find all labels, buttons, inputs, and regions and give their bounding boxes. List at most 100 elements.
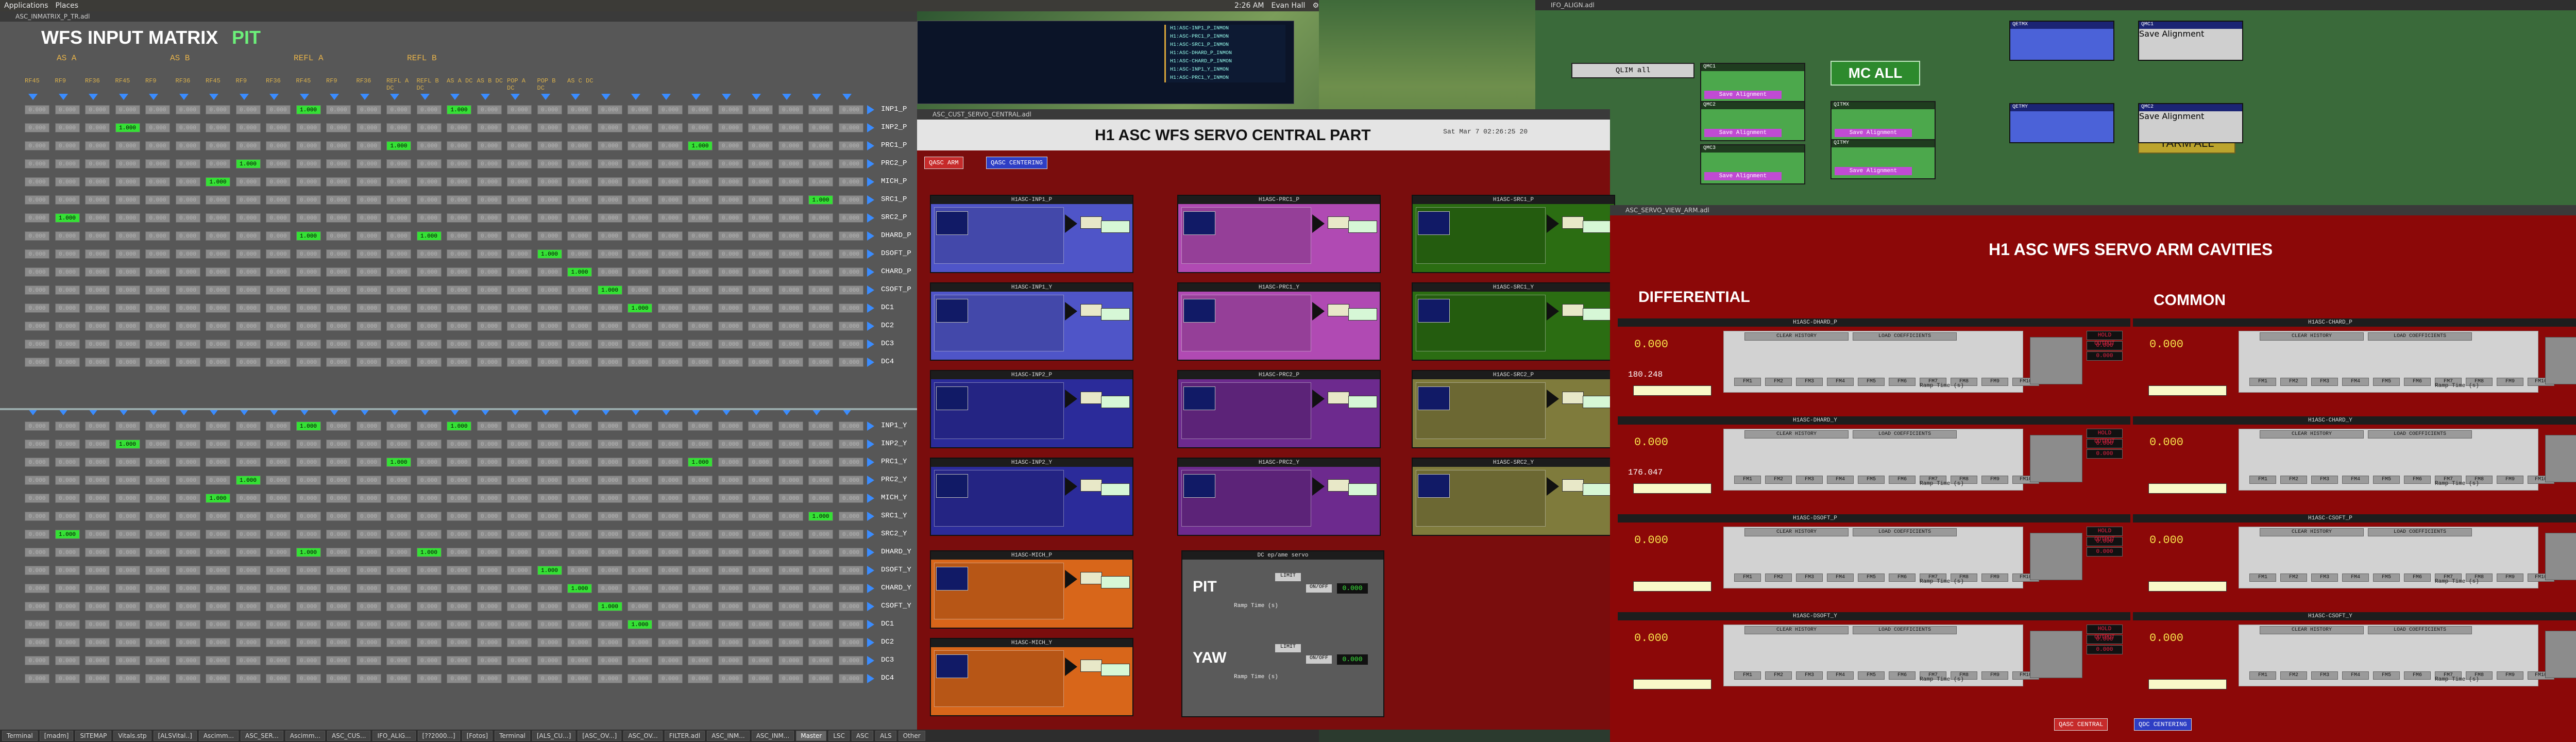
alignment-box[interactable]: QMC2 Save Alignment bbox=[2138, 103, 2243, 143]
matrix-cell[interactable]: 0.000 bbox=[326, 358, 351, 367]
matrix-cell[interactable]: 0.000 bbox=[567, 177, 592, 187]
matrix-cell[interactable]: 0.000 bbox=[567, 602, 592, 611]
matrix-cell[interactable]: 1.000 bbox=[235, 476, 261, 485]
matrix-cell[interactable]: 0.000 bbox=[206, 602, 230, 611]
matrix-cell[interactable]: 0.000 bbox=[597, 249, 622, 259]
matrix-cell[interactable]: 0.000 bbox=[55, 602, 80, 611]
matrix-cell[interactable]: 0.000 bbox=[115, 159, 140, 168]
matrix-cell[interactable]: 0.000 bbox=[115, 195, 140, 205]
matrix-cell[interactable]: 0.000 bbox=[718, 566, 743, 575]
matrix-cell[interactable]: 0.000 bbox=[748, 285, 773, 295]
matrix-cell[interactable]: 0.000 bbox=[628, 494, 652, 503]
mc-all-button[interactable]: MC ALL bbox=[1831, 61, 1920, 86]
matrix-cell[interactable]: 0.000 bbox=[55, 440, 80, 449]
taskbar-item[interactable]: Master bbox=[796, 731, 827, 741]
matrix-cell[interactable]: 0.000 bbox=[657, 358, 683, 367]
matrix-cell[interactable]: 0.000 bbox=[718, 620, 743, 629]
matrix-cell[interactable]: 0.000 bbox=[778, 440, 803, 449]
clear-history-button[interactable]: CLEAR HISTORY bbox=[2260, 430, 2364, 439]
matrix-cell[interactable]: 0.000 bbox=[206, 231, 230, 241]
matrix-cell[interactable]: 0.000 bbox=[688, 267, 713, 277]
matrix-cell[interactable]: 0.000 bbox=[85, 285, 110, 295]
matrix-cell[interactable]: 0.000 bbox=[145, 674, 170, 683]
filter-module-button[interactable]: FM4 bbox=[2342, 574, 2369, 582]
output-switches[interactable] bbox=[2545, 435, 2576, 482]
matrix-cell[interactable]: 0.000 bbox=[597, 584, 622, 593]
matrix-cell[interactable]: 0.000 bbox=[266, 123, 291, 132]
matrix-cell[interactable]: 0.000 bbox=[25, 159, 49, 168]
gain-field[interactable] bbox=[1328, 479, 1349, 492]
matrix-cell[interactable]: 0.000 bbox=[447, 602, 471, 611]
matrix-cell[interactable]: 0.000 bbox=[85, 267, 110, 277]
matrix-cell[interactable]: 0.000 bbox=[266, 602, 291, 611]
clear-history-button[interactable]: CLEAR HISTORY bbox=[2260, 528, 2364, 536]
matrix-cell[interactable]: 0.000 bbox=[326, 602, 351, 611]
matrix-cell[interactable]: 1.000 bbox=[206, 494, 230, 503]
matrix-cell[interactable]: 0.000 bbox=[175, 141, 200, 150]
matrix-cell[interactable]: 0.000 bbox=[748, 440, 773, 449]
matrix-cell[interactable]: 0.000 bbox=[25, 494, 49, 503]
matrix-cell[interactable]: 0.000 bbox=[507, 159, 532, 168]
matrix-cell[interactable]: 0.000 bbox=[718, 340, 743, 349]
matrix-cell[interactable]: 0.000 bbox=[507, 177, 532, 187]
servo-panel[interactable]: H1ASC-PRC2_Y bbox=[1177, 458, 1381, 536]
matrix-cell[interactable]: 0.000 bbox=[386, 213, 411, 223]
matrix-cell[interactable]: 0.000 bbox=[597, 530, 622, 539]
filter-module-button[interactable]: FM2 bbox=[2280, 671, 2307, 680]
matrix-cell[interactable]: 0.000 bbox=[175, 620, 200, 629]
matrix-cell[interactable]: 0.000 bbox=[567, 548, 592, 557]
matrix-cell[interactable]: 0.000 bbox=[507, 303, 532, 313]
filter-module-button[interactable]: FM2 bbox=[1765, 378, 1792, 386]
matrix-cell[interactable]: 0.000 bbox=[175, 105, 200, 114]
matrix-cell[interactable]: 0.000 bbox=[567, 620, 592, 629]
matrix-cell[interactable]: 0.000 bbox=[688, 476, 713, 485]
matrix-cell[interactable]: 0.000 bbox=[808, 231, 833, 241]
matrix-cell[interactable]: 0.000 bbox=[175, 231, 200, 241]
matrix-cell[interactable]: 0.000 bbox=[206, 195, 230, 205]
matrix-cell[interactable]: 1.000 bbox=[447, 105, 471, 114]
matrix-cell[interactable]: 0.000 bbox=[266, 512, 291, 521]
matrix-cell[interactable]: 0.000 bbox=[597, 231, 622, 241]
matrix-cell[interactable]: 0.000 bbox=[567, 638, 592, 647]
filter-module-button[interactable]: FM4 bbox=[2342, 378, 2369, 386]
matrix-cell[interactable]: 0.000 bbox=[718, 322, 743, 331]
matrix-cell[interactable]: 0.000 bbox=[115, 530, 140, 539]
matrix-cell[interactable]: 0.000 bbox=[85, 159, 110, 168]
row-arrow-icon[interactable] bbox=[867, 602, 874, 611]
column-arrow-icon[interactable] bbox=[330, 94, 339, 100]
matrix-cell[interactable]: 0.000 bbox=[115, 476, 140, 485]
matrix-cell[interactable]: 0.000 bbox=[628, 602, 652, 611]
matrix-cell[interactable]: 0.000 bbox=[356, 340, 381, 349]
hold-output-button[interactable]: HOLD OUTPUT bbox=[2087, 527, 2123, 543]
matrix-cell[interactable]: 0.000 bbox=[326, 267, 351, 277]
matrix-cell[interactable]: 0.000 bbox=[477, 340, 502, 349]
taskbar-item[interactable]: Ascimm... bbox=[198, 731, 239, 741]
matrix-cell[interactable]: 0.000 bbox=[507, 421, 532, 431]
matrix-cell[interactable]: 0.000 bbox=[477, 548, 502, 557]
matrix-cell[interactable]: 0.000 bbox=[356, 177, 381, 187]
matrix-cell[interactable]: 0.000 bbox=[85, 105, 110, 114]
matrix-cell[interactable]: 0.000 bbox=[296, 494, 321, 503]
matrix-cell[interactable]: 0.000 bbox=[718, 195, 743, 205]
matrix-cell[interactable]: 0.000 bbox=[537, 177, 562, 187]
matrix-cell[interactable]: 0.000 bbox=[326, 638, 351, 647]
excitation-input[interactable] bbox=[1633, 385, 1711, 396]
matrix-cell[interactable]: 0.000 bbox=[296, 584, 321, 593]
matrix-cell[interactable]: 0.000 bbox=[115, 340, 140, 349]
matrix-cell[interactable]: 0.000 bbox=[447, 340, 471, 349]
matrix-cell[interactable]: 0.000 bbox=[416, 494, 442, 503]
matrix-cell[interactable]: 0.000 bbox=[235, 195, 261, 205]
filter-module-button[interactable]: FM9 bbox=[1981, 574, 2008, 582]
column-arrow-icon[interactable] bbox=[239, 94, 249, 100]
matrix-cell[interactable]: 0.000 bbox=[657, 638, 683, 647]
matrix-cell[interactable]: 0.000 bbox=[628, 141, 652, 150]
column-arrow-icon[interactable] bbox=[390, 94, 399, 100]
matrix-cell[interactable]: 1.000 bbox=[206, 177, 230, 187]
matrix-cell[interactable]: 0.000 bbox=[416, 421, 442, 431]
matrix-cell[interactable]: 0.000 bbox=[838, 303, 863, 313]
taskbar-item[interactable]: IFO_ALIG... bbox=[372, 731, 416, 741]
matrix-cell[interactable]: 0.000 bbox=[657, 123, 683, 132]
matrix-cell[interactable]: 0.000 bbox=[55, 340, 80, 349]
matrix-cell[interactable]: 0.000 bbox=[778, 512, 803, 521]
matrix-cell[interactable]: 0.000 bbox=[55, 322, 80, 331]
